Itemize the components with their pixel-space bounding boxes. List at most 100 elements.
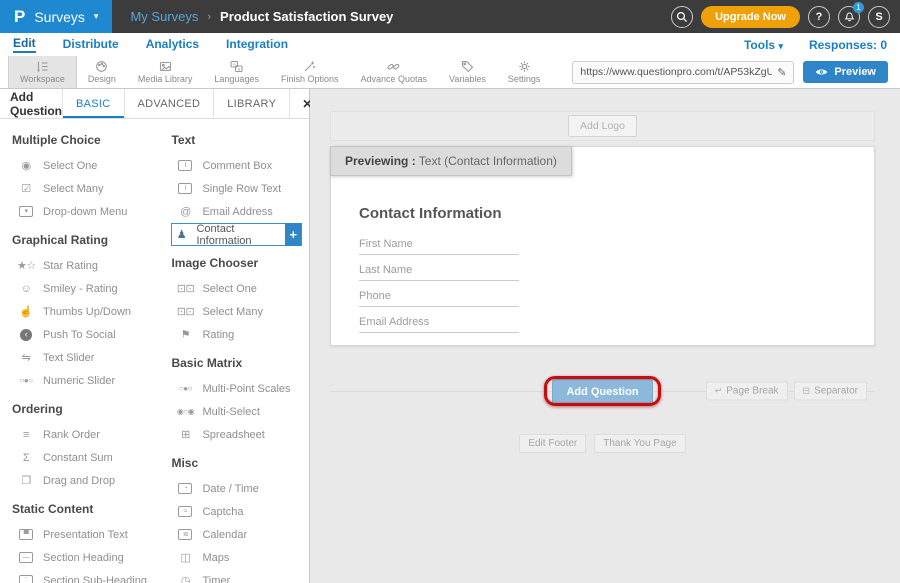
panel-item-label: Single Row Text: [202, 183, 281, 195]
panel-item-constant-sum[interactable]: ΣConstant Sum: [12, 446, 164, 469]
panel-item-smiley-rating[interactable]: ☺Smiley - Rating: [12, 277, 164, 300]
nav-tab-integration[interactable]: Integration: [226, 37, 288, 52]
panel-section-text: TextIComment BoxISingle Row Text@Email A…: [171, 123, 309, 246]
panel-item-captcha[interactable]: ≈Captcha: [171, 500, 309, 523]
panel-item-calendar[interactable]: ≣Calendar: [171, 523, 309, 546]
panel-item-multi-point-scales[interactable]: ○●○Multi-Point Scales: [171, 377, 309, 400]
panel-item-drag-and-drop[interactable]: ❐Drag and Drop: [12, 469, 164, 492]
panel-item-rating[interactable]: ⚑Rating: [171, 323, 309, 346]
section-header-static-content: Static Content: [12, 502, 164, 516]
panel-item-select-many[interactable]: ⊡⊡Select Many: [171, 300, 309, 323]
panel-item-thumbs-up-down[interactable]: ☝Thumbs Up/Down: [12, 300, 164, 323]
panel-item-push-to-social[interactable]: ‹Push To Social: [12, 323, 164, 346]
panel-item-text-slider[interactable]: ⇋Text Slider: [12, 346, 164, 369]
dropdown-icon: ▾: [19, 206, 33, 217]
add-contact-information-button[interactable]: +: [285, 223, 301, 246]
panel-item-maps[interactable]: ◫Maps: [171, 546, 309, 569]
image-select-many-icon: ⊡⊡: [176, 305, 194, 318]
toolbar-languages-button[interactable]: Aa Languages: [203, 56, 270, 88]
upgrade-now-button[interactable]: Upgrade Now: [701, 6, 800, 28]
translate-icon: Aa: [230, 60, 243, 73]
add-logo-button[interactable]: Add Logo: [568, 115, 637, 137]
toolbar-media-library-button[interactable]: Media Library: [127, 56, 204, 88]
top-bar: P Surveys ▾ My Surveys › Product Satisfa…: [0, 0, 900, 33]
panel-item-date-time[interactable]: ◔Date / Time: [171, 477, 309, 500]
edit-pencil-icon[interactable]: ✎: [777, 66, 786, 79]
nav-tab-distribute[interactable]: Distribute: [63, 37, 119, 52]
form-field-email[interactable]: Email Address: [359, 316, 519, 333]
panel-item-label: Drop-down Menu: [43, 206, 127, 218]
tools-menu[interactable]: Tools ▾: [744, 38, 783, 52]
toolbar-design-button[interactable]: Design: [77, 56, 127, 88]
tab-advanced[interactable]: ADVANCED: [124, 89, 214, 118]
panel-item-comment-box[interactable]: IComment Box: [171, 154, 309, 177]
panel-item-label: Maps: [202, 552, 229, 564]
help-button[interactable]: ?: [808, 6, 830, 28]
search-button[interactable]: [671, 6, 693, 28]
nav-tab-edit[interactable]: Edit: [13, 36, 36, 53]
toolbar-variables-button[interactable]: Variables: [438, 56, 497, 88]
panel-item-select-many[interactable]: ☑Select Many: [12, 177, 164, 200]
toolbar-workspace-button[interactable]: Workspace: [8, 56, 77, 88]
preview-button[interactable]: Preview: [803, 61, 888, 83]
panel-item-numeric-slider[interactable]: ○●○Numeric Slider: [12, 369, 164, 392]
panel-item-presentation-text[interactable]: ▀Presentation Text: [12, 523, 164, 546]
panel-section-static-content: Static Content ▀Presentation Text—Section…: [12, 492, 164, 583]
panel-item-single-row-text[interactable]: ISingle Row Text: [171, 177, 309, 200]
toolbar-advance-quotas-button[interactable]: Advance Quotas: [349, 56, 438, 88]
star-icon: ★☆: [17, 259, 35, 272]
panel-item-rank-order[interactable]: ≡Rank Order: [12, 423, 164, 446]
panel-item-email-address[interactable]: @Email Address: [171, 200, 309, 223]
numeric-slider-icon: ○●○: [17, 376, 35, 385]
nav-tab-analytics[interactable]: Analytics: [146, 37, 199, 52]
notifications-button[interactable]: 1: [838, 6, 860, 28]
separator-button[interactable]: ⊟Separator: [794, 382, 867, 401]
breadcrumb: My Surveys › Product Satisfaction Survey: [130, 9, 393, 24]
add-question-button[interactable]: Add Question: [552, 379, 652, 405]
section-header-basic-matrix: Basic Matrix: [171, 356, 309, 370]
survey-nav: Edit Distribute Analytics Integration To…: [0, 33, 900, 56]
page-break-button[interactable]: ↵Page Break: [706, 382, 788, 401]
panel-item-section-heading[interactable]: —Section Heading: [12, 546, 164, 569]
timer-icon: ◷: [176, 574, 194, 583]
panel-item-label: Spreadsheet: [202, 429, 264, 441]
smiley-icon: ☺: [17, 283, 35, 295]
form-field-first-name[interactable]: First Name: [359, 238, 519, 255]
tab-library[interactable]: LIBRARY: [213, 89, 289, 118]
thank-you-page-button[interactable]: Thank You Page: [594, 434, 685, 453]
checkbox-icon: ☑: [17, 182, 35, 195]
toolbar-settings-button[interactable]: Settings: [497, 56, 552, 88]
image-select-one-icon: ⊡⊡: [176, 282, 194, 295]
question-title: Contact Information: [359, 205, 874, 222]
image-icon: [159, 60, 172, 73]
panel-item-label: Date / Time: [202, 483, 258, 495]
separator-icon: ⊟: [803, 386, 811, 397]
panel-item-label: Multi-Select: [202, 406, 259, 418]
panel-item-select-one[interactable]: ⊡⊡Select One: [171, 277, 309, 300]
survey-url-field[interactable]: https://www.questionpro.com/t/AP53kZgUI …: [572, 61, 794, 84]
logo-strip: Add Logo: [330, 111, 875, 141]
radio-icon: ◉: [17, 159, 35, 172]
edit-footer-button[interactable]: Edit Footer: [519, 434, 586, 453]
panel-item-contact-information[interactable]: ♟Contact Information+: [171, 223, 302, 246]
panel-item-spreadsheet[interactable]: ⊞Spreadsheet: [171, 423, 309, 446]
panel-item-star-rating[interactable]: ★☆Star Rating: [12, 254, 164, 277]
product-switcher[interactable]: P Surveys ▾: [0, 0, 112, 33]
tab-basic[interactable]: BASIC: [62, 89, 124, 118]
panel-section-ordering: Ordering≡Rank OrderΣConstant Sum❐Drag an…: [12, 392, 164, 492]
toolbar-finish-options-button[interactable]: Finish Options: [270, 56, 350, 88]
user-avatar[interactable]: S: [868, 6, 890, 28]
panel-item-drop-down-menu[interactable]: ▾ Drop-down Menu: [12, 200, 164, 223]
panel-item-section-sub-heading[interactable]: ¨Section Sub-Heading: [12, 569, 164, 583]
section-subheading-icon: ¨: [19, 575, 33, 583]
panel-title: Add Question: [0, 89, 62, 118]
form-field-last-name[interactable]: Last Name: [359, 264, 519, 281]
panel-item-select-one[interactable]: ◉Select One: [12, 154, 164, 177]
responses-count[interactable]: Responses: 0: [809, 38, 887, 52]
topbar-actions: Upgrade Now ? 1 S: [671, 6, 900, 28]
breadcrumb-my-surveys[interactable]: My Surveys: [130, 9, 198, 24]
survey-canvas: Add Logo Previewing : Text (Contact Info…: [310, 89, 900, 583]
panel-item-multi-select[interactable]: ◉○◉Multi-Select: [171, 400, 309, 423]
form-field-phone[interactable]: Phone: [359, 290, 519, 307]
panel-item-timer[interactable]: ◷Timer: [171, 569, 309, 583]
